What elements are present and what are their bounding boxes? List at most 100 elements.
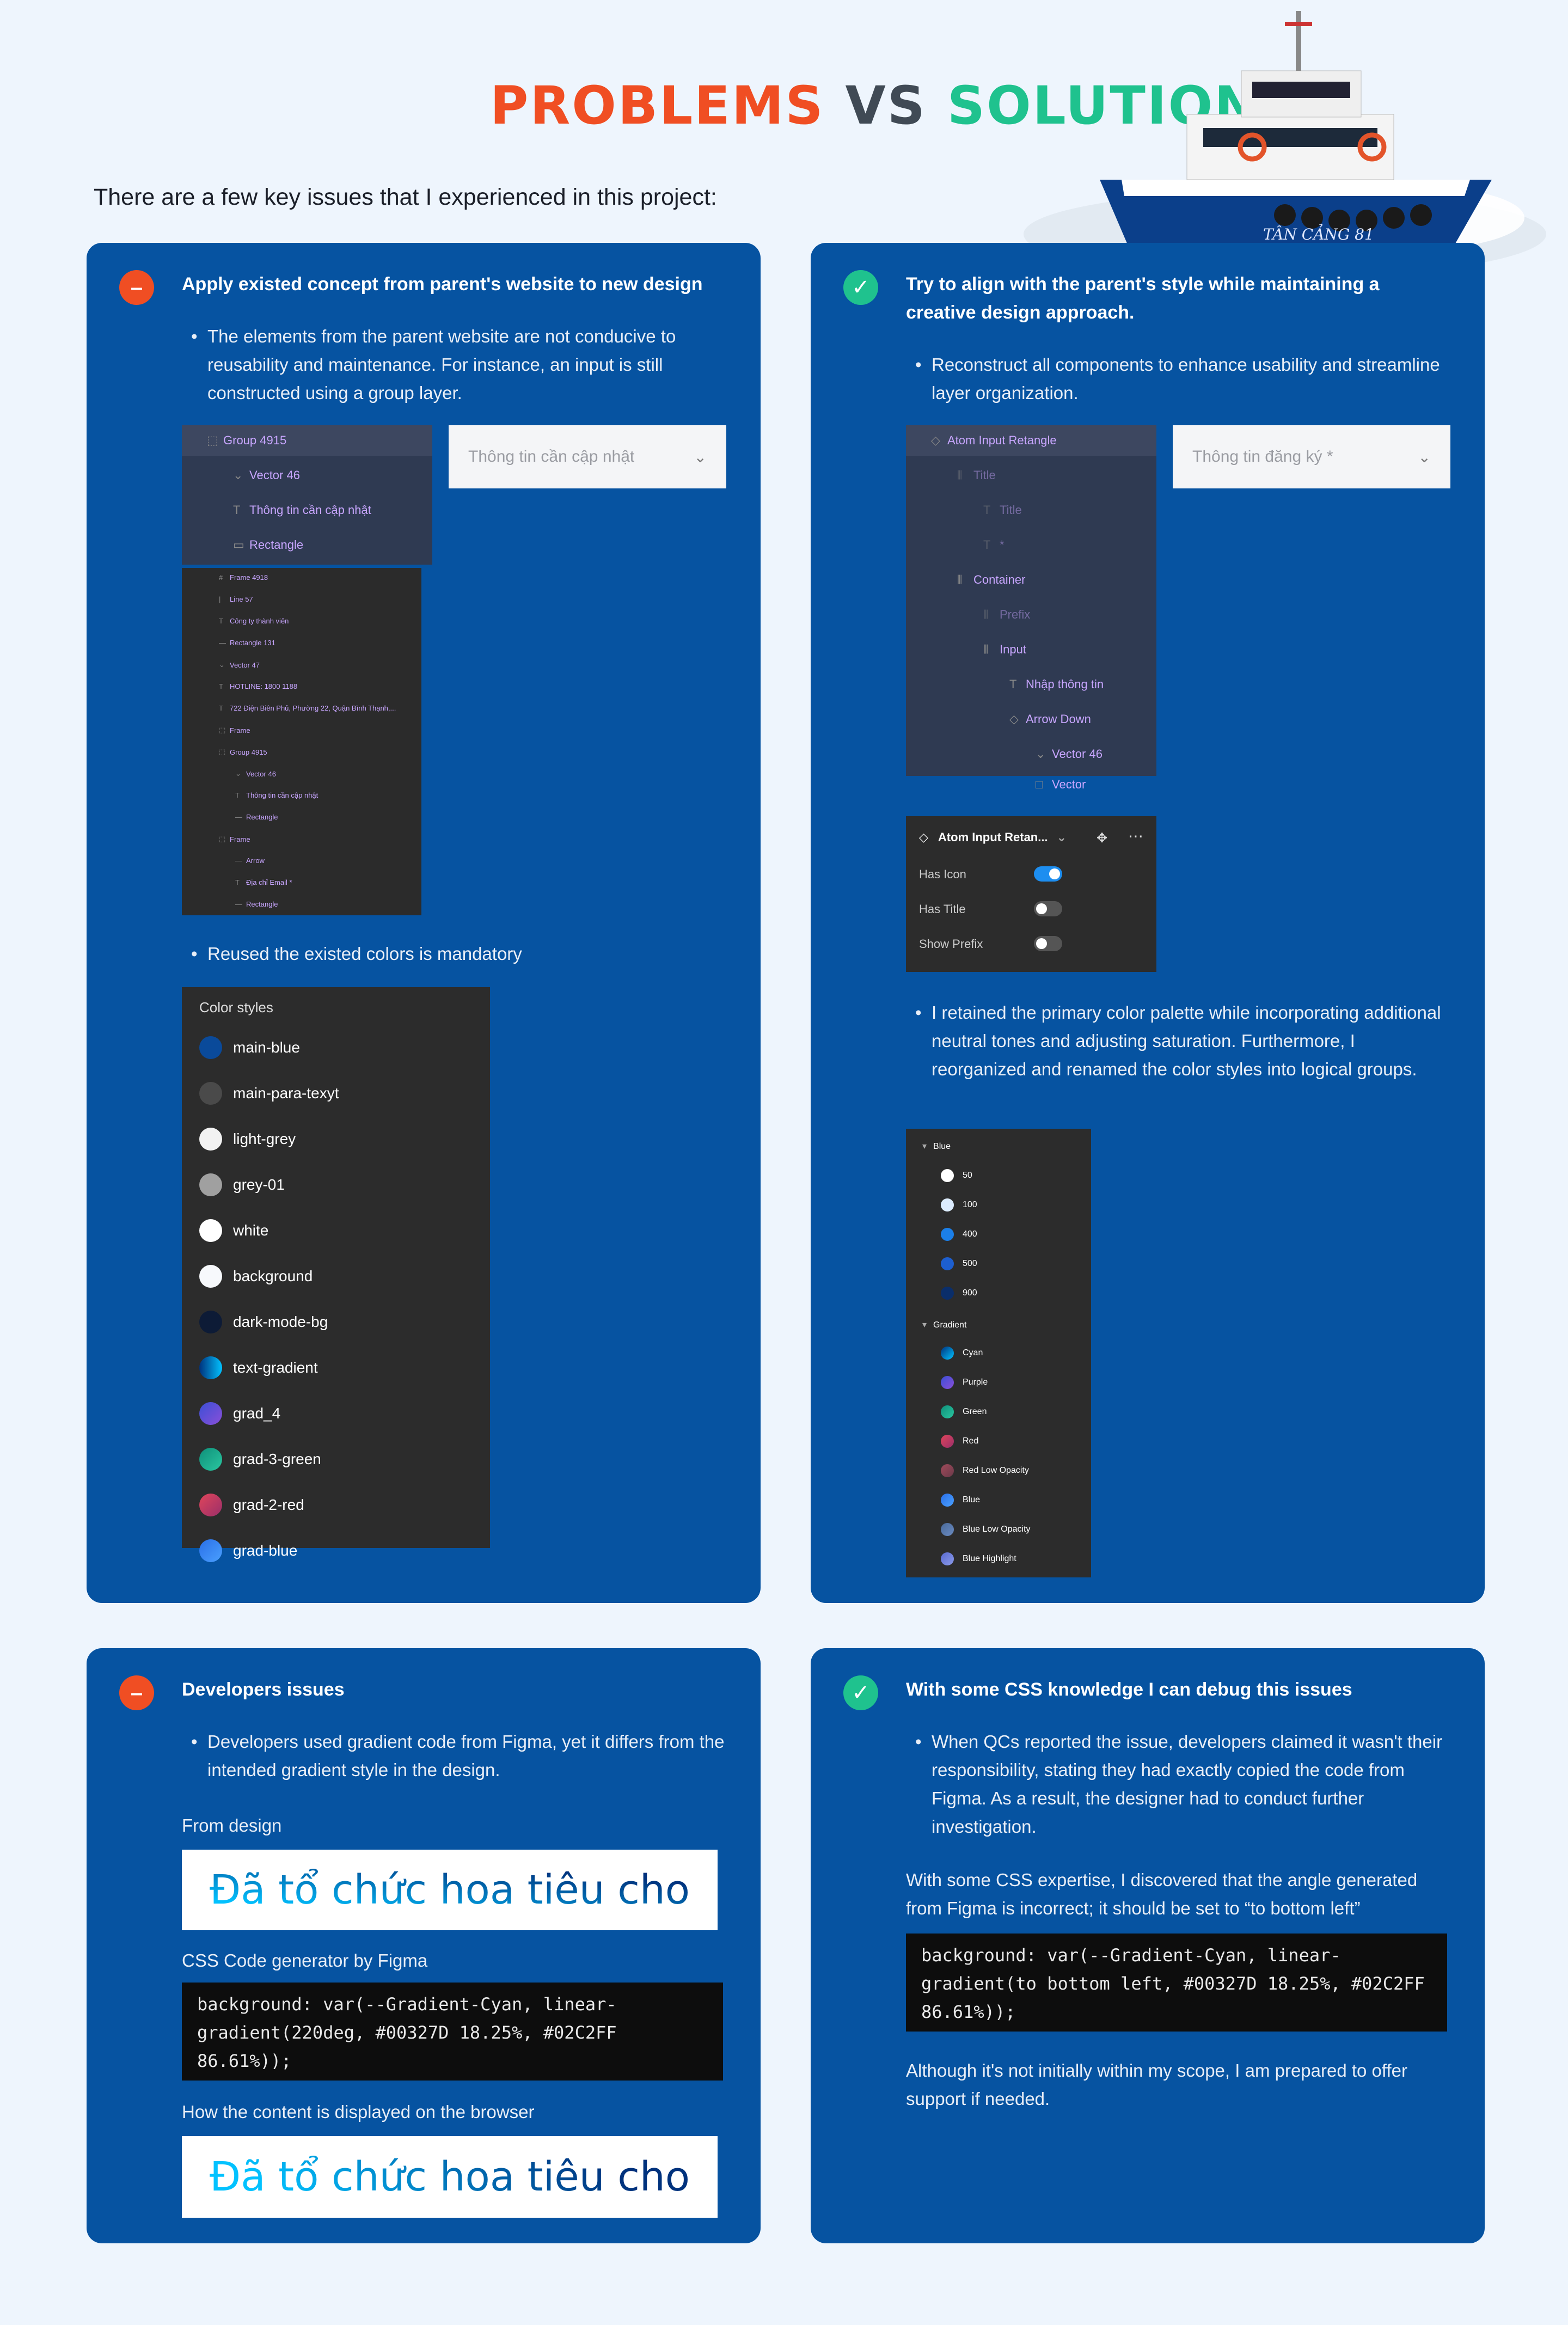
chevron-down-icon: ⌄ (694, 448, 707, 466)
has-icon-toggle[interactable] (1034, 866, 1062, 882)
component-icon: ◇ (931, 433, 940, 447)
swatch (941, 1494, 954, 1507)
layer-row[interactable]: ⌄ Vector 47 (182, 660, 421, 669)
layer-row[interactable]: T Thông tin cần cập nhật (182, 791, 421, 799)
more-icon[interactable]: ⋯ (1128, 827, 1143, 845)
color-item[interactable]: Red (941, 1435, 978, 1448)
color-item[interactable]: 500 (941, 1257, 977, 1270)
color-style-item[interactable]: grad-blue (199, 1539, 297, 1562)
layer-row[interactable]: ◇ Arrow Down (906, 704, 1156, 735)
swatch (199, 1356, 222, 1379)
color-item[interactable]: Blue (941, 1494, 980, 1507)
layer-row[interactable]: — Rectangle (182, 900, 421, 908)
show-prefix-toggle[interactable] (1034, 936, 1062, 951)
color-style-item[interactable]: main-para-texyt (199, 1082, 339, 1105)
color-item[interactable]: 400 (941, 1228, 977, 1241)
layer-row[interactable]: — Arrow (182, 856, 421, 865)
swatch (941, 1228, 954, 1241)
layer-row[interactable]: T Địa chỉ Email * (182, 878, 421, 886)
layer-row[interactable]: — Rectangle (182, 813, 421, 821)
layer-row[interactable]: ⌄ Vector 46 (906, 739, 1156, 769)
color-item[interactable]: Cyan (941, 1347, 983, 1360)
layer-row[interactable]: — Rectangle 131 (182, 639, 421, 647)
color-item[interactable]: Green (941, 1405, 987, 1418)
color-item[interactable]: 50 (941, 1169, 972, 1182)
component-icon: ◇ (919, 830, 928, 844)
color-styles-panel: Color styles main-blue main-para-texyt l… (182, 987, 490, 1562)
chevron-icon: ⌄ (233, 468, 243, 482)
problem-card-1: – Apply existed concept from parent's we… (87, 243, 761, 1603)
color-style-item[interactable]: white (199, 1219, 268, 1242)
color-styles-title: Color styles (199, 999, 273, 1015)
swatch (941, 1287, 954, 1300)
layer-row[interactable]: T Title (906, 495, 1156, 525)
layer-row[interactable]: ⌄ Vector 46 (182, 769, 421, 778)
layer-row[interactable]: # Frame 4918 (182, 573, 421, 582)
instance-icon: ◇ (1009, 712, 1019, 726)
color-style-item[interactable]: grad_4 (199, 1402, 280, 1425)
group-blue[interactable]: ▾ Blue (922, 1141, 951, 1152)
minus-badge-icon: – (119, 1675, 154, 1710)
layer-row[interactable]: ⫴ Prefix (906, 599, 1156, 630)
move-icon[interactable]: ✥ (1097, 830, 1107, 846)
color-item[interactable]: Blue Low Opacity (941, 1523, 1031, 1536)
layer-row[interactable]: T Thông tin cần cập nhật (182, 495, 432, 525)
prop-label: Has Title (919, 902, 966, 916)
color-style-item[interactable]: background (199, 1265, 313, 1288)
swatch (941, 1347, 954, 1360)
component-properties-panel: ◇ Atom Input Retan... ⌄ ✥ ⋯ Has Icon Has T… (906, 816, 1156, 972)
css-label: CSS Code generator by Figma (182, 1950, 428, 1971)
color-item[interactable]: Red Low Opacity (941, 1464, 1029, 1477)
input-field[interactable]: Thông tin cần cập nhật ⌄ (449, 425, 726, 488)
layer-row[interactable]: ⫴ Container (906, 565, 1156, 595)
swatch (199, 1311, 222, 1333)
layer-row[interactable]: ⬚ Group 4915 (182, 748, 421, 756)
color-style-item[interactable]: main-blue (199, 1036, 300, 1059)
swatch (941, 1198, 954, 1212)
swatch (199, 1219, 222, 1242)
swatch (941, 1169, 954, 1182)
color-style-item[interactable]: grad-2-red (199, 1494, 304, 1516)
intro-text: There are a few key issues that I experi… (94, 184, 717, 210)
group-gradient[interactable]: ▾ Gradient (922, 1319, 966, 1330)
problem-card-2: – Developers issues Developers used grad… (87, 1648, 761, 2243)
layer-row[interactable]: | Line 57 (182, 595, 421, 603)
color-item[interactable]: Purple (941, 1376, 988, 1389)
demo-text: Đã tổ chức hoa tiêu cho (209, 1867, 690, 1913)
color-style-item[interactable]: grad-3-green (199, 1448, 321, 1471)
swatch (199, 1173, 222, 1196)
layer-row[interactable]: ⬚ Group 4915 (182, 425, 432, 456)
layer-row[interactable]: □ Vector (906, 769, 1156, 800)
layer-row[interactable]: ▭ Rectangle (182, 530, 432, 560)
color-style-item[interactable]: dark-mode-bg (199, 1311, 328, 1333)
input-field[interactable]: Thông tin đăng ký * ⌄ (1173, 425, 1450, 488)
layer-row[interactable]: T 722 Điện Biên Phủ, Phường 22, Quận Bình… (182, 704, 421, 712)
color-style-item[interactable]: text-gradient (199, 1356, 318, 1379)
bullet-text: The elements from the parent website are… (191, 322, 730, 407)
color-style-item[interactable]: light-grey (199, 1128, 296, 1151)
color-item[interactable]: Blue Highlight (941, 1552, 1016, 1565)
layer-row[interactable]: T Công ty thành viên (182, 617, 421, 625)
text-icon: T (233, 503, 241, 517)
layer-row[interactable]: T Nhập thông tin (906, 669, 1156, 700)
layer-row[interactable]: ⫴ Input (906, 634, 1156, 665)
autolayout-icon: ⫴ (983, 643, 989, 656)
has-title-toggle[interactable] (1034, 901, 1062, 916)
layer-row[interactable]: ⫴ Title (906, 460, 1156, 491)
color-item[interactable]: 100 (941, 1198, 977, 1212)
bullet-text: When QCs reported the issue, developers … (915, 1728, 1454, 1841)
color-item[interactable]: 900 (941, 1287, 977, 1300)
layer-row[interactable]: ⬚ Frame (182, 835, 421, 843)
layer-row[interactable]: ◇ Atom Input Retangle (906, 425, 1156, 456)
layer-row[interactable]: ⬚ Frame (182, 726, 421, 735)
autolayout-icon: ⫴ (957, 573, 963, 586)
layer-row[interactable]: T HOTLINE: 1800 1188 (182, 682, 421, 690)
layer-row[interactable]: ⌄ Vector 46 (182, 460, 432, 491)
layer-row[interactable]: T * (906, 530, 1156, 560)
color-palette-panel: ▾ Blue 50 100 400 500 900 ▾ Gradient Cyan … (906, 1129, 1091, 1577)
card-title: With some CSS knowledge I can debug this… (906, 1679, 1352, 1700)
layers-panel: ⬚ Group 4915 ⌄ Vector 46 T Thông tin cần cậ… (182, 425, 432, 565)
from-design-label: From design (182, 1815, 282, 1835)
color-style-item[interactable]: grey-01 (199, 1173, 285, 1196)
code-block: background: var(--Gradient-Cyan, linear-… (906, 1934, 1447, 2032)
